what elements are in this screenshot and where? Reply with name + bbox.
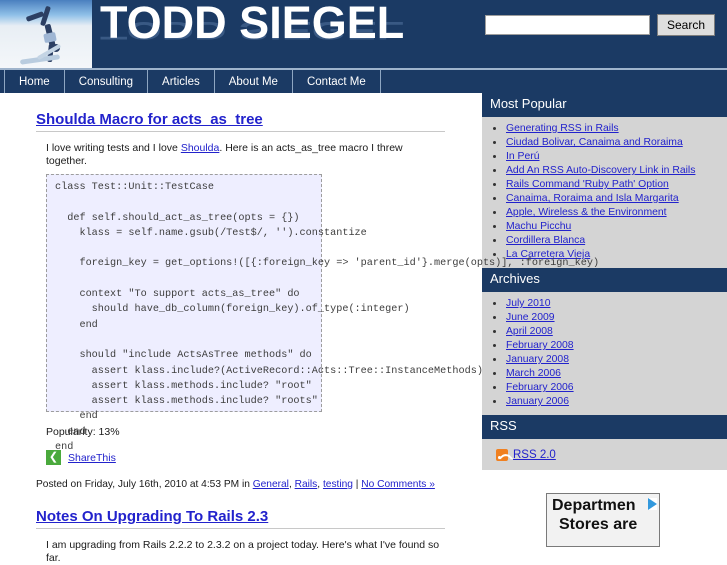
list-item[interactable]: January 2008	[482, 353, 727, 366]
most-popular-link[interactable]: Add An RSS Auto-Discovery Link in Rails	[506, 165, 695, 176]
search-form: Search	[484, 14, 715, 36]
ad-line-2: Stores are	[559, 516, 638, 533]
nav-item-articles[interactable]: Articles	[148, 70, 215, 93]
main-navigation: Home Consulting Articles About Me Contac…	[0, 68, 727, 93]
shoulda-link[interactable]: Shoulda	[181, 142, 220, 154]
most-popular-link[interactable]: Ciudad Bolivar, Canaima and Roraima	[506, 137, 683, 148]
post-title-link[interactable]: Shoulda Macro for acts_as_tree	[36, 111, 445, 132]
archive-link[interactable]: January 2008	[506, 354, 569, 365]
popularity-text: Popularity: 13%	[46, 426, 475, 438]
widget-body: Generating RSS in Rails Ciudad Bolivar, …	[482, 117, 727, 268]
archive-link[interactable]: January 2006	[506, 396, 569, 407]
archive-link[interactable]: February 2006	[506, 382, 574, 393]
archive-link[interactable]: June 2009	[506, 312, 555, 323]
most-popular-link[interactable]: Canaima, Roraima and Isla Margarita	[506, 193, 679, 204]
category-link-rails[interactable]: Rails	[295, 479, 318, 490]
post-intro: I am upgrading from Rails 2.2.2 to 2.3.2…	[46, 539, 440, 564]
widget-archives: Archives July 2010 June 2009 April 2008 …	[482, 268, 727, 415]
list-item[interactable]: Add An RSS Auto-Discovery Link in Rails	[482, 164, 727, 177]
category-link-testing[interactable]: testing	[323, 479, 353, 490]
list-item[interactable]: Generating RSS in Rails	[482, 122, 727, 135]
code-block: class Test::Unit::TestCase def self.shou…	[46, 174, 599, 453]
post-intro-before: I love writing tests and I love	[46, 142, 181, 154]
main-content: Shoulda Macro for acts_as_tree I love wr…	[0, 93, 599, 564]
search-input[interactable]	[484, 15, 650, 35]
list-item[interactable]: Machu Picchu	[482, 220, 727, 233]
share-this: ❮ ShareThis	[46, 450, 475, 465]
ad-info-arrow-icon[interactable]	[648, 498, 657, 510]
list-item[interactable]: Ciudad Bolivar, Canaima and Roraima	[482, 136, 727, 149]
most-popular-link[interactable]: In Perú	[506, 151, 540, 162]
list-item[interactable]: Apple, Wireless & the Environment	[482, 206, 727, 219]
site-title: TODD SIEGEL	[100, 0, 405, 48]
category-link-general[interactable]: General	[253, 479, 289, 490]
most-popular-link[interactable]: Apple, Wireless & the Environment	[506, 207, 667, 218]
nav-item-consulting[interactable]: Consulting	[65, 70, 149, 93]
nav-item-home[interactable]: Home	[4, 70, 65, 93]
search-button[interactable]: Search	[656, 14, 715, 36]
post-shoulda-macro: Shoulda Macro for acts_as_tree I love wr…	[0, 111, 599, 490]
list-item[interactable]: July 2010	[482, 297, 727, 310]
rss-feed-link[interactable]: RSS 2.0	[513, 449, 556, 461]
most-popular-list: Generating RSS in Rails Ciudad Bolivar, …	[482, 122, 727, 261]
list-item[interactable]: January 2006	[482, 395, 727, 408]
nav-item-contact-me[interactable]: Contact Me	[293, 70, 381, 93]
archive-link[interactable]: April 2008	[506, 326, 553, 337]
archive-link[interactable]: July 2010	[506, 298, 550, 309]
comments-link[interactable]: No Comments »	[361, 479, 435, 490]
most-popular-link[interactable]: Generating RSS in Rails	[506, 123, 619, 134]
post-meta: Posted on Friday, July 16th, 2010 at 4:5…	[36, 479, 435, 490]
most-popular-link[interactable]: Rails Command 'Ruby Path' Option	[506, 179, 669, 190]
list-item[interactable]: February 2008	[482, 339, 727, 352]
archive-link[interactable]: March 2006	[506, 368, 561, 379]
list-item[interactable]: Canaima, Roraima and Isla Margarita	[482, 192, 727, 205]
list-item[interactable]: Cordillera Blanca	[482, 234, 727, 247]
ad-line-1: Departmen	[552, 497, 636, 514]
post-title-link[interactable]: Notes On Upgrading To Rails 2.3	[36, 508, 445, 529]
list-item[interactable]: June 2009	[482, 311, 727, 324]
sidebar: Most Popular Generating RSS in Rails Ciu…	[482, 93, 727, 547]
widget-heading: Archives	[482, 268, 727, 292]
list-item[interactable]: April 2008	[482, 325, 727, 338]
site-header: TODD SIEGEL TODD SIEGEL Search	[0, 0, 727, 68]
page-body: Most Popular Generating RSS in Rails Ciu…	[0, 93, 727, 564]
list-item[interactable]: March 2006	[482, 367, 727, 380]
list-item[interactable]: February 2006	[482, 381, 727, 394]
rss-row: RSS 2.0	[482, 444, 727, 464]
archives-list: July 2010 June 2009 April 2008 February …	[482, 297, 727, 408]
widget-rss: RSS RSS 2.0	[482, 415, 727, 470]
widget-most-popular: Most Popular Generating RSS in Rails Ciu…	[482, 93, 727, 268]
most-popular-link[interactable]: Machu Picchu	[506, 221, 571, 232]
most-popular-link[interactable]: Cordillera Blanca	[506, 235, 585, 246]
widget-body: July 2010 June 2009 April 2008 February …	[482, 292, 727, 415]
post-notes-on-upgrading: Notes On Upgrading To Rails 2.3 I am upg…	[0, 508, 475, 565]
post-meta-prefix: Posted on Friday, July 16th, 2010 at 4:5…	[36, 479, 253, 490]
post-intro: I love writing tests and I love Shoulda.…	[46, 142, 446, 168]
rss-icon	[496, 449, 508, 461]
header-photo	[0, 0, 92, 68]
advertisement[interactable]: Departmen Stores are	[546, 493, 660, 547]
nav-item-about-me[interactable]: About Me	[215, 70, 293, 93]
list-item[interactable]: In Perú	[482, 150, 727, 163]
archive-link[interactable]: February 2008	[506, 340, 574, 351]
widget-heading: Most Popular	[482, 93, 727, 117]
share-this-link[interactable]: ShareThis	[68, 452, 116, 464]
widget-heading: RSS	[482, 415, 727, 439]
widget-body: RSS 2.0	[482, 439, 727, 470]
list-item[interactable]: Rails Command 'Ruby Path' Option	[482, 178, 727, 191]
